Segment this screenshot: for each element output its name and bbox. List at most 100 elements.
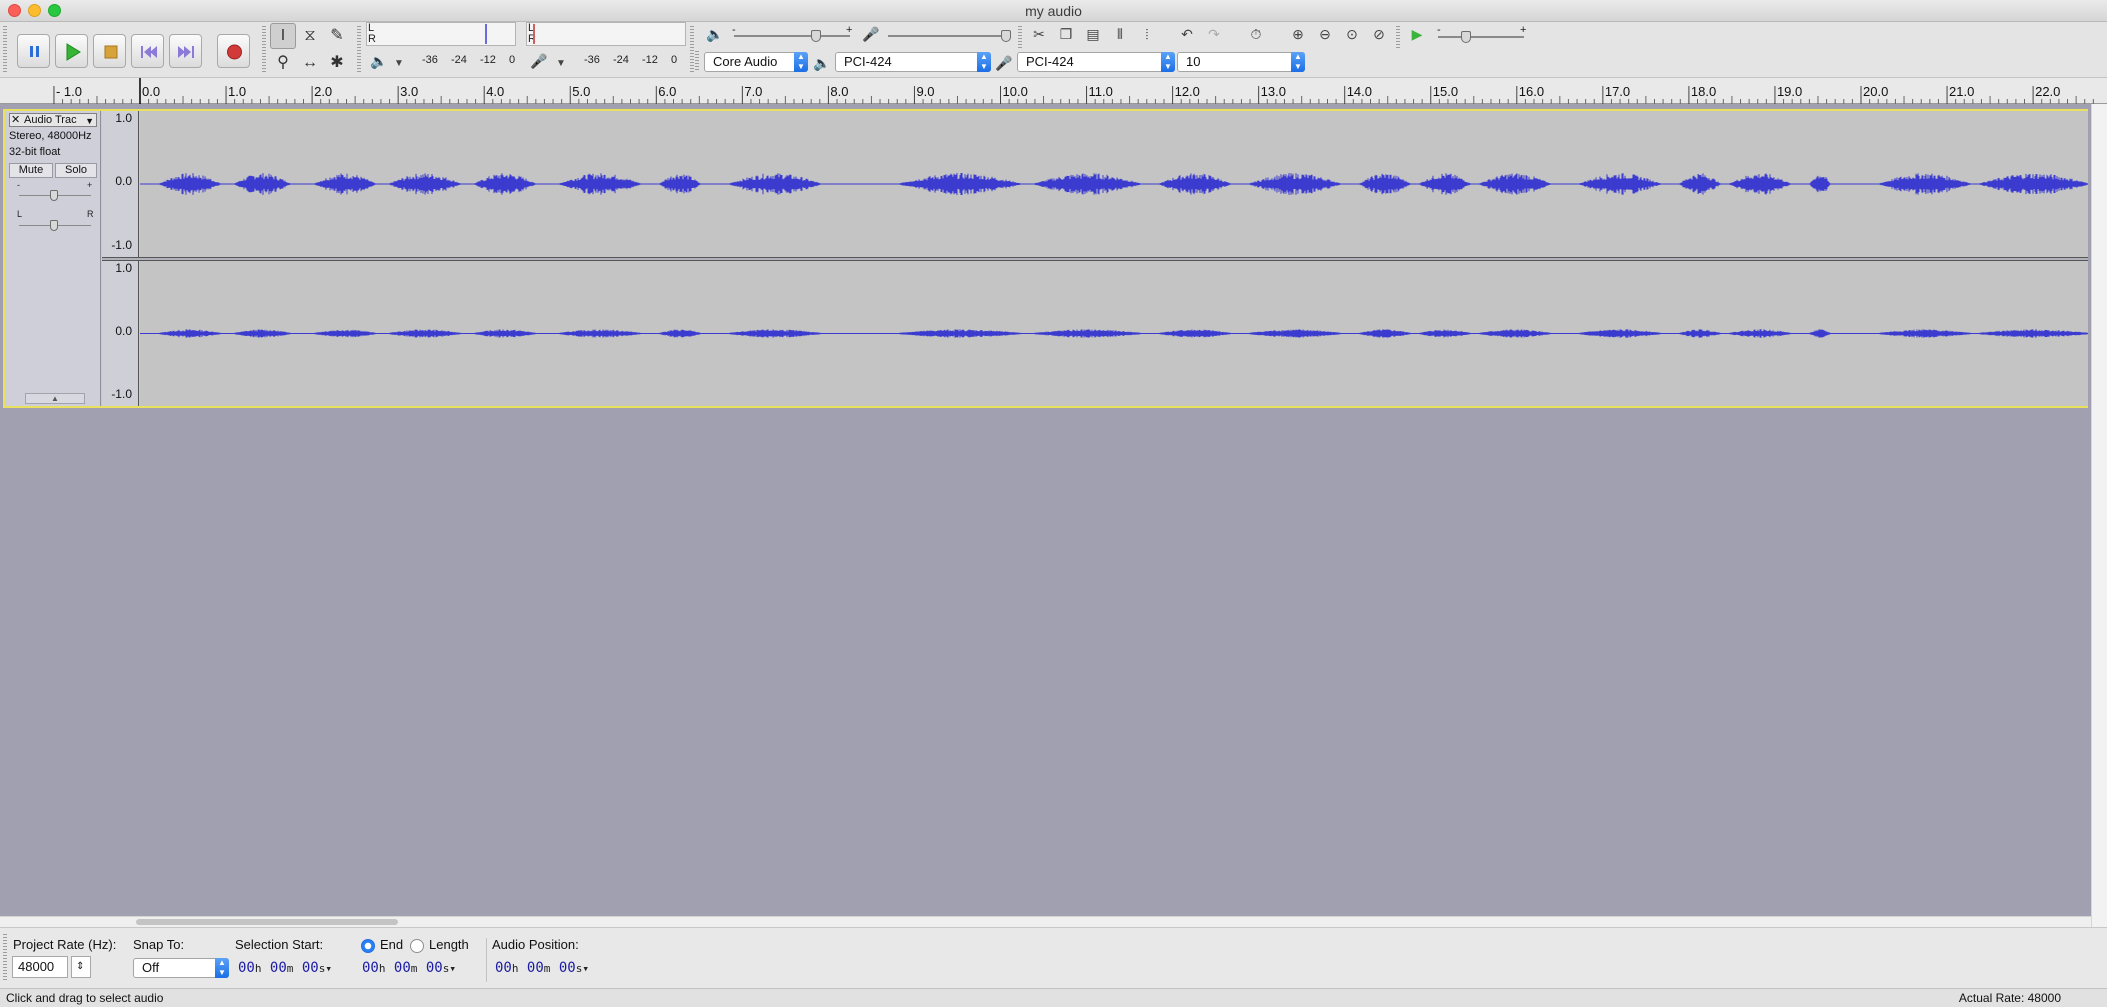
zoom-tool[interactable]: ⚲ (270, 50, 296, 76)
selection-tool[interactable]: I (270, 23, 296, 49)
length-radio[interactable] (410, 939, 424, 953)
play-at-speed-toolbar-grip[interactable] (1396, 26, 1400, 48)
output-volume-icon: 🔈 (706, 26, 724, 42)
audio-position-time[interactable]: 00h 00m 00s▾ (495, 958, 589, 978)
ruler-tick-label: 0.0 (142, 84, 160, 99)
device-toolbar-grip[interactable] (695, 51, 699, 71)
selection-start-time[interactable]: 00h 00m 00s▾ (238, 958, 332, 978)
playback-meter-menu[interactable]: ▼ (388, 53, 410, 75)
timeline-ruler[interactable]: - 1.0 0.0 1.0 2.0 3.0 4.0 5.0 6.0 7.0 8.0 9.0 10.0 1… (0, 78, 2107, 104)
record-meter[interactable]: L R (526, 22, 686, 46)
recording-channels-select[interactable]: 10 ▲ ▼ (1177, 52, 1305, 72)
selection-end-time[interactable]: 00h 00m 00s▾ (362, 958, 456, 978)
pause-button[interactable] (17, 34, 50, 68)
record-button[interactable] (217, 34, 250, 68)
undo-icon[interactable]: ↶ (1176, 23, 1198, 45)
waveform-path (157, 329, 2088, 338)
horizontal-scrollbar[interactable] (0, 916, 2091, 927)
mute-button[interactable]: Mute (9, 163, 53, 178)
channel-1-vertical-scale[interactable]: 1.0 0.0 -1.0 (102, 111, 139, 257)
audio-track[interactable]: ✕ Audio Trac ▼ Stereo, 48000Hz 32-bit fl… (3, 109, 2088, 408)
vertical-scrollbar[interactable] (2091, 104, 2107, 927)
paste-icon[interactable]: ▤ (1082, 23, 1104, 45)
channel-2-vertical-scale[interactable]: 1.0 0.0 -1.0 (102, 261, 139, 406)
envelope-tool[interactable]: ⧖ (297, 23, 323, 49)
stop-button[interactable] (93, 34, 126, 68)
project-rate-field[interactable]: 48000 (12, 956, 68, 978)
close-track-icon[interactable]: ✕ (11, 114, 20, 126)
track-workspace[interactable]: ✕ Audio Trac ▼ Stereo, 48000Hz 32-bit fl… (0, 104, 2091, 916)
fit-project-icon[interactable]: ⊘ (1368, 23, 1390, 45)
pan-slider-thumb[interactable] (50, 220, 58, 231)
ruler-tick-label: 18.0 (1691, 84, 1716, 99)
playback-meter[interactable]: L R (366, 22, 516, 46)
i-beam-icon: I (280, 27, 286, 44)
draw-tool[interactable]: ✎ (324, 23, 350, 49)
input-volume-slider[interactable] (888, 35, 1010, 37)
meter-toolbar-grip[interactable] (357, 26, 361, 72)
status-bar: Click and drag to select audio Actual Ra… (0, 988, 2107, 1007)
time-shift-tool[interactable]: ↔ (297, 50, 323, 76)
audio-host-select[interactable]: Core Audio ▲ ▼ (704, 52, 808, 72)
ruler-tick-label: 15.0 (1433, 84, 1458, 99)
selection-toolbar-grip[interactable] (3, 934, 7, 982)
track-menu-chevron-icon[interactable]: ▼ (85, 115, 94, 127)
playback-device-select[interactable]: PCI-424 ▲ ▼ (835, 52, 991, 72)
time-format-menu-icon[interactable]: ▾ (582, 962, 589, 975)
project-rate-stepper[interactable]: ⇕ (71, 956, 91, 978)
end-radio-label: End (380, 937, 404, 952)
ruler-tick-label: 19.0 (1777, 84, 1802, 99)
silence-audio-icon[interactable]: ⦙ (1136, 23, 1158, 45)
play-speed-slider[interactable] (1438, 36, 1524, 38)
output-volume-slider[interactable] (734, 35, 850, 37)
redo-icon[interactable]: ↷ (1203, 23, 1225, 45)
skip-to-start-button[interactable] (131, 34, 164, 68)
cut-icon[interactable]: ✂ (1028, 23, 1050, 45)
play-speed-thumb[interactable] (1461, 31, 1471, 43)
record-meter-tick-label: 0 (671, 54, 678, 66)
end-radio[interactable] (361, 939, 375, 953)
track-name-button[interactable]: ✕ Audio Trac ▼ (9, 113, 97, 127)
stop-icon (104, 45, 118, 59)
zoom-out-icon[interactable]: ⊖ (1314, 23, 1336, 45)
playback-device-icon: 🔈 (813, 55, 831, 71)
track-control-panel: ✕ Audio Trac ▼ Stereo, 48000Hz 32-bit fl… (5, 111, 101, 406)
play-button[interactable] (55, 34, 88, 68)
skip-to-end-button[interactable] (169, 34, 202, 68)
playback-meter-tick-label: -24 (451, 54, 467, 66)
seconds: 00 (301, 960, 319, 976)
solo-button[interactable]: Solo (55, 163, 97, 178)
output-volume-thumb[interactable] (811, 30, 821, 42)
gain-slider-thumb[interactable] (50, 190, 58, 201)
recording-device-select[interactable]: PCI-424 ▲ ▼ (1017, 52, 1175, 72)
edit-toolbar-grip[interactable] (1018, 26, 1022, 48)
input-volume-thumb[interactable] (1001, 30, 1011, 42)
ruler-tick-label: 9.0 (916, 84, 934, 99)
time-format-menu-icon[interactable]: ▾ (449, 962, 456, 975)
mixer-toolbar-grip[interactable] (690, 26, 694, 72)
multi-tool[interactable]: ✱ (324, 50, 350, 76)
track-format: Stereo, 48000Hz (9, 130, 92, 142)
channel-1-waveform[interactable] (140, 111, 2088, 257)
pencil-icon: ✎ (330, 27, 344, 44)
selection-start-label: Selection Start: (235, 937, 324, 952)
play-at-speed-icon[interactable]: ▶ (1406, 23, 1428, 45)
sync-lock-icon[interactable]: ⏱ (1245, 23, 1267, 45)
hours: 00 (495, 960, 512, 976)
time-format-menu-icon[interactable]: ▾ (325, 962, 332, 975)
audio-host-value: Core Audio (713, 54, 778, 69)
copy-icon[interactable]: ❐ (1055, 23, 1077, 45)
channel-2-waveform[interactable] (140, 261, 2088, 406)
project-rate-value: 48000 (18, 959, 55, 974)
record-meter-menu[interactable]: ▼ (550, 53, 572, 75)
hours: 00 (238, 960, 255, 976)
trim-audio-icon[interactable]: ⦀ (1109, 23, 1131, 45)
fit-selection-icon[interactable]: ⊙ (1341, 23, 1363, 45)
collapse-track-button[interactable]: ▲ (25, 393, 85, 404)
zoom-in-icon[interactable]: ⊕ (1287, 23, 1309, 45)
transport-toolbar-grip[interactable] (3, 26, 7, 72)
tools-toolbar-grip[interactable] (262, 26, 266, 72)
title-bar: my audio (0, 0, 2107, 22)
horizontal-scroll-thumb[interactable] (136, 919, 398, 925)
snap-to-select[interactable]: Off ▲ ▼ (133, 958, 229, 978)
